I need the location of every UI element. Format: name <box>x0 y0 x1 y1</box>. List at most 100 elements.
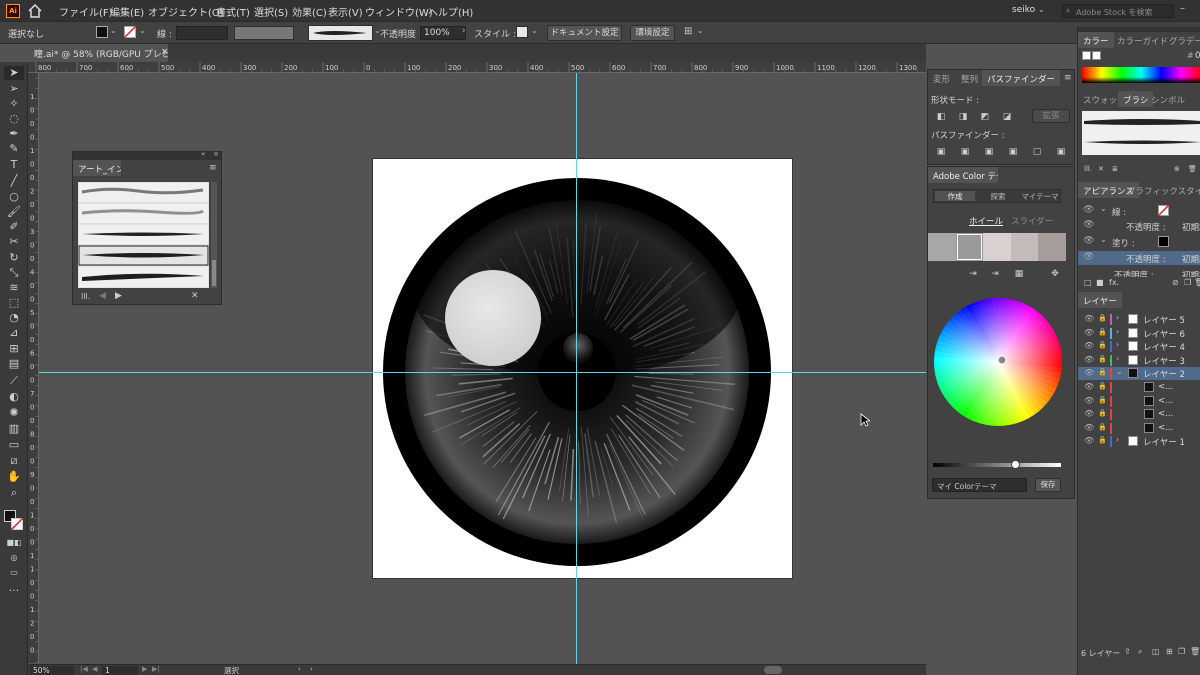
visibility-eye-icon[interactable]: 👁 <box>1084 409 1094 418</box>
gradient-tool-icon[interactable]: ▤ <box>4 357 24 371</box>
shaper-tool-icon[interactable]: ✐ <box>4 220 24 234</box>
blend-tool-icon[interactable]: ◐ <box>4 390 24 404</box>
lock-icon[interactable]: 🔒 <box>1098 436 1107 444</box>
stock-search-input[interactable]: ⌕ Adobe Stock を検索 <box>1062 4 1174 18</box>
minus-back-icon[interactable]: ▣ <box>1056 147 1066 157</box>
brush-library-icon[interactable]: lll. <box>1084 165 1092 173</box>
tab-gradient[interactable]: グラデーション <box>1164 32 1200 48</box>
duplicate-icon[interactable]: ❐ <box>1184 278 1191 287</box>
appearance-row-fill[interactable]: 👁 ⌄ 塗り : <box>1078 235 1200 249</box>
lock-icon[interactable]: 🔒 <box>1098 314 1107 322</box>
selection-tool-icon[interactable]: ➤ <box>4 66 24 80</box>
theme-swatch[interactable] <box>1038 233 1066 261</box>
menu-type[interactable]: 書式(T) <box>216 4 250 19</box>
panel-header[interactable]: « × <box>73 150 221 160</box>
tab-layers[interactable]: レイヤー <box>1078 292 1122 308</box>
next-library-icon[interactable]: ▶ <box>115 291 122 301</box>
last-artboard-icon[interactable]: ▶| <box>152 665 160 673</box>
color-mode-icon[interactable]: ■◧ <box>4 536 24 550</box>
visibility-eye-icon[interactable]: 👁 <box>1084 436 1094 445</box>
type-tool-icon[interactable]: T <box>4 158 24 172</box>
theme-swatch[interactable] <box>1010 233 1039 261</box>
mesh-tool-icon[interactable]: ⊞ <box>4 342 24 356</box>
tab-transform[interactable]: 変形 <box>928 70 955 86</box>
chevron-right-icon[interactable]: › <box>1116 354 1119 363</box>
clipping-mask-icon[interactable]: ◫ <box>1152 647 1160 656</box>
chevron-right-icon[interactable]: › <box>1116 313 1119 322</box>
paintbrush-tool-icon[interactable]: 🖌 <box>4 205 24 219</box>
crop-icon[interactable]: ▣ <box>1008 147 1018 157</box>
add-theme-icon[interactable]: ⇥ <box>990 269 1000 279</box>
arrange-icon[interactable]: ⊞ <box>684 26 692 37</box>
menu-file[interactable]: ファイル(F) <box>59 4 113 19</box>
merge-icon[interactable]: ▣ <box>984 147 994 157</box>
user-name[interactable]: seiko <box>1012 5 1035 15</box>
hand-tool-icon[interactable]: ✋ <box>4 470 24 484</box>
subtab-explore[interactable]: 探索 <box>978 191 1018 202</box>
export-icon[interactable]: ⇪ <box>1124 647 1131 656</box>
document-settings-button[interactable]: ドキュメント設定 <box>547 25 622 41</box>
layer-row[interactable]: 👁 🔒 › レイヤー 4 <box>1078 340 1200 353</box>
tab-pathfinder[interactable]: パスファインダー <box>982 70 1061 86</box>
theme-name-input[interactable]: マイ Colorテーマ <box>932 478 1027 492</box>
tab-symbols[interactable]: シンボル <box>1146 91 1190 107</box>
chevron-right-icon[interactable]: › <box>1116 327 1119 336</box>
vertical-guide[interactable] <box>576 73 577 664</box>
slice-tool-icon[interactable]: ⧄ <box>4 454 24 468</box>
chevron-down-icon[interactable]: ⌄ <box>697 26 704 35</box>
scissors-tool-icon[interactable]: ✂ <box>4 235 24 249</box>
layer-row[interactable]: 👁 🔒 › レイヤー 5 <box>1078 313 1200 326</box>
more-tools-icon[interactable]: ··· <box>4 584 24 598</box>
visibility-eye-icon[interactable]: 👁 <box>1084 314 1094 323</box>
tab-graphic-styles[interactable]: グラフィックスタイル <box>1122 182 1200 198</box>
lock-icon[interactable]: 🔒 <box>1098 341 1107 349</box>
lock-icon[interactable]: 🔒 <box>1098 423 1107 431</box>
chevron-down-icon[interactable]: ⌄ <box>1116 367 1123 376</box>
menu-select[interactable]: 選択(S) <box>254 4 288 19</box>
variable-width-profile[interactable] <box>234 26 294 40</box>
lock-icon[interactable]: 🔒 <box>1098 409 1107 417</box>
adobe-color-themes-panel[interactable]: Adobe Color テーマ 作成 探索 マイテーマ ホイール スライダー ⇥… <box>927 166 1075 499</box>
zoom-select[interactable]: 50% <box>30 666 74 675</box>
app-logo[interactable]: Ai <box>6 4 20 18</box>
shape-builder-tool-icon[interactable]: ◔ <box>4 311 24 325</box>
theme-swatch[interactable] <box>955 233 984 261</box>
tab-art-ink[interactable]: アート_インク <box>73 160 121 176</box>
color-wheel[interactable] <box>933 297 1063 427</box>
free-transform-tool-icon[interactable]: ⬚ <box>4 296 24 310</box>
curvature-tool-icon[interactable]: ✎ <box>4 142 24 156</box>
collapse-icon[interactable]: « <box>201 150 205 158</box>
appearance-row-fill-opacity[interactable]: 👁 不透明度 : 初期設定 <box>1078 251 1200 265</box>
lock-icon[interactable]: 🔒 <box>1098 368 1107 376</box>
visibility-eye-icon[interactable]: 👁 <box>1084 368 1094 377</box>
harmony-icon[interactable]: ✥ <box>1050 269 1060 279</box>
visibility-eye-icon[interactable]: 👁 <box>1084 396 1094 405</box>
brush-definition-select[interactable] <box>308 25 373 41</box>
appearance-row-stroke[interactable]: 👁 ⌄ 線 : <box>1078 204 1200 218</box>
brush-strip[interactable] <box>1082 111 1200 155</box>
locate-icon[interactable]: ⌕ <box>1138 647 1142 657</box>
horizontal-guide[interactable] <box>39 372 926 373</box>
chevron-down-icon[interactable]: ⌄ <box>1100 204 1107 213</box>
chevron-down-icon[interactable]: ⌄ <box>110 26 117 35</box>
mode-wheel[interactable]: ホイール <box>969 215 1003 227</box>
symbol-sprayer-tool-icon[interactable]: ✺ <box>4 406 24 420</box>
artboard-tool-icon[interactable]: ▭ <box>4 438 24 452</box>
fill-black-swatch[interactable] <box>1158 236 1169 247</box>
add-stroke-icon[interactable]: □ <box>1084 278 1092 287</box>
lasso-tool-icon[interactable]: ◌ <box>4 112 24 126</box>
exclude-icon[interactable]: ◪ <box>1002 112 1012 122</box>
brightness-slider[interactable] <box>933 460 1061 469</box>
tab-color[interactable]: カラー <box>1078 32 1114 48</box>
unite-icon[interactable]: ◧ <box>936 112 946 122</box>
subtab-create[interactable]: 作成 <box>935 191 975 201</box>
theme-swatch[interactable] <box>983 233 1011 261</box>
lock-icon[interactable]: 🔒 <box>1098 355 1107 363</box>
layer-row[interactable]: 👁 🔒 › レイヤー 6 <box>1078 327 1200 340</box>
preferences-button[interactable]: 環境設定 <box>630 25 675 41</box>
perspective-grid-tool-icon[interactable]: ⊿ <box>4 326 24 340</box>
options-icon[interactable]: ≣ <box>1112 165 1118 173</box>
artboard-number-input[interactable]: 1 <box>102 666 138 675</box>
width-tool-icon[interactable]: ≋ <box>4 281 24 295</box>
layer-row[interactable]: 👁 🔒 › レイヤー 1 <box>1078 435 1200 448</box>
